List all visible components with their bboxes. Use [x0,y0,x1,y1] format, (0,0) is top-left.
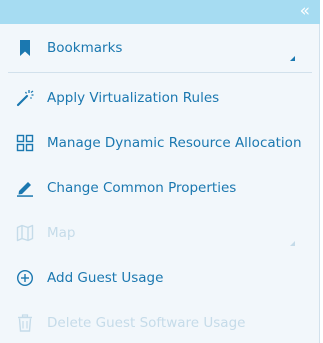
grid-icon [16,134,34,152]
map-label: Map [47,225,76,241]
add-circle-icon [16,269,34,287]
manage-dynamic-resource-allocation-item[interactable]: Manage Dynamic Resource Allocation [0,125,320,161]
apply-virtualization-rules-item[interactable]: Apply Virtualization Rules [0,80,320,116]
side-panel: « Bookmarks Apply Virtualization Rules M… [0,0,320,343]
apply-virtualization-rules-label: Apply Virtualization Rules [47,90,220,106]
section-divider [8,72,312,73]
bookmarks-expand-indicator[interactable] [290,56,295,61]
map-expand-indicator[interactable] [290,241,295,246]
delete-guest-software-usage-label: Delete Guest Software Usage [47,315,246,331]
trash-icon [18,314,32,332]
pencil-icon [17,182,33,197]
map-icon [16,224,34,242]
magic-wand-icon [16,90,34,107]
change-common-properties-item[interactable]: Change Common Properties [0,170,320,206]
map-menu[interactable]: Map [0,215,320,251]
delete-guest-software-usage-item[interactable]: Delete Guest Software Usage [0,305,320,341]
bookmarks-menu[interactable]: Bookmarks [0,30,320,66]
collapse-panel-button[interactable]: « [300,1,310,21]
manage-dynamic-resource-allocation-label: Manage Dynamic Resource Allocation [47,135,302,151]
change-common-properties-label: Change Common Properties [47,180,237,196]
panel-header-bar: « [0,0,320,24]
add-guest-usage-label: Add Guest Usage [47,270,164,286]
bookmark-icon [20,40,30,56]
bookmarks-label: Bookmarks [47,40,123,56]
add-guest-usage-item[interactable]: Add Guest Usage [0,260,320,296]
